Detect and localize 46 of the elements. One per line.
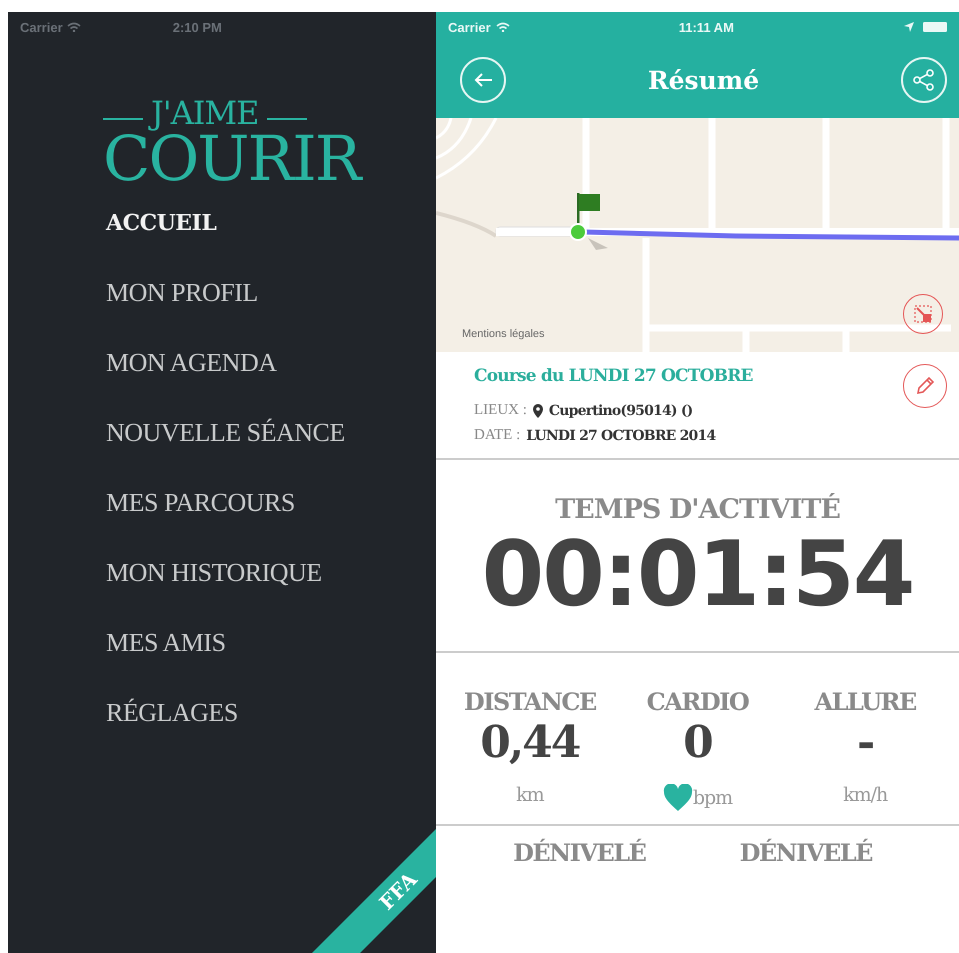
legal-link[interactable]: Mentions légales xyxy=(462,328,545,340)
stat-label: DISTANCE xyxy=(464,687,596,716)
menu-item[interactable]: ACCUEIL xyxy=(106,202,216,244)
stat-label: CARDIO xyxy=(646,687,748,716)
battery-icon xyxy=(923,22,947,32)
session-title: Course du LUNDI 27 OCTOBRE xyxy=(474,366,754,386)
screen-title: Résumé xyxy=(648,66,760,94)
field-value: LUNDI 27 OCTOBRE 2014 xyxy=(526,428,716,444)
menu-item[interactable]: MES PARCOURS xyxy=(106,482,295,524)
menu-item[interactable]: NOUVELLE SÉANCE xyxy=(106,412,345,454)
menu-item[interactable]: MES AMIS xyxy=(106,622,226,664)
activity-duration: 00:01:54 xyxy=(482,525,914,625)
expand-map-button[interactable] xyxy=(903,294,943,334)
menu-item[interactable]: RÉGLAGES xyxy=(106,692,238,734)
expand-icon xyxy=(913,304,933,324)
stat-unit: km xyxy=(516,784,544,806)
back-arrow-icon xyxy=(473,72,493,88)
carrier-label: Carrier xyxy=(448,20,491,34)
field-label: DATE : xyxy=(474,427,520,444)
menu-item[interactable]: MON AGENDA xyxy=(106,342,276,384)
stat-unit: km/h xyxy=(843,784,888,806)
edit-button[interactable] xyxy=(903,364,947,408)
location-arrow-icon xyxy=(903,21,915,33)
status-time: 11:11 AM xyxy=(678,20,734,34)
stat-label: DÉNIVELÉ xyxy=(513,838,646,867)
stat-value: 0,44 xyxy=(480,716,580,770)
field-label: LIEUX : xyxy=(474,402,527,419)
menu-item[interactable]: MON HISTORIQUE xyxy=(106,552,322,594)
share-button[interactable] xyxy=(900,57,947,103)
stat-label: DÉNIVELÉ xyxy=(740,838,872,867)
field-value: Cupertino(95014) () xyxy=(548,402,692,418)
stat-value: 0 xyxy=(683,716,712,770)
pencil-icon xyxy=(914,375,936,397)
stat-value: - xyxy=(857,716,874,770)
activity-label: TEMPS D'ACTIVITÉ xyxy=(555,494,840,525)
menu-item[interactable]: MON PROFIL xyxy=(106,272,258,314)
share-icon xyxy=(912,69,935,91)
heart-icon xyxy=(662,784,693,812)
back-button[interactable] xyxy=(460,57,506,103)
stat-label: ALLURE xyxy=(814,687,916,716)
location-pin-icon xyxy=(532,404,543,418)
wifi-icon xyxy=(496,22,510,32)
stat-unit: bpm xyxy=(692,787,732,809)
status-time: 2:10 PM xyxy=(172,20,222,34)
carrier-label: Carrier xyxy=(20,20,63,34)
wifi-icon xyxy=(66,22,81,32)
